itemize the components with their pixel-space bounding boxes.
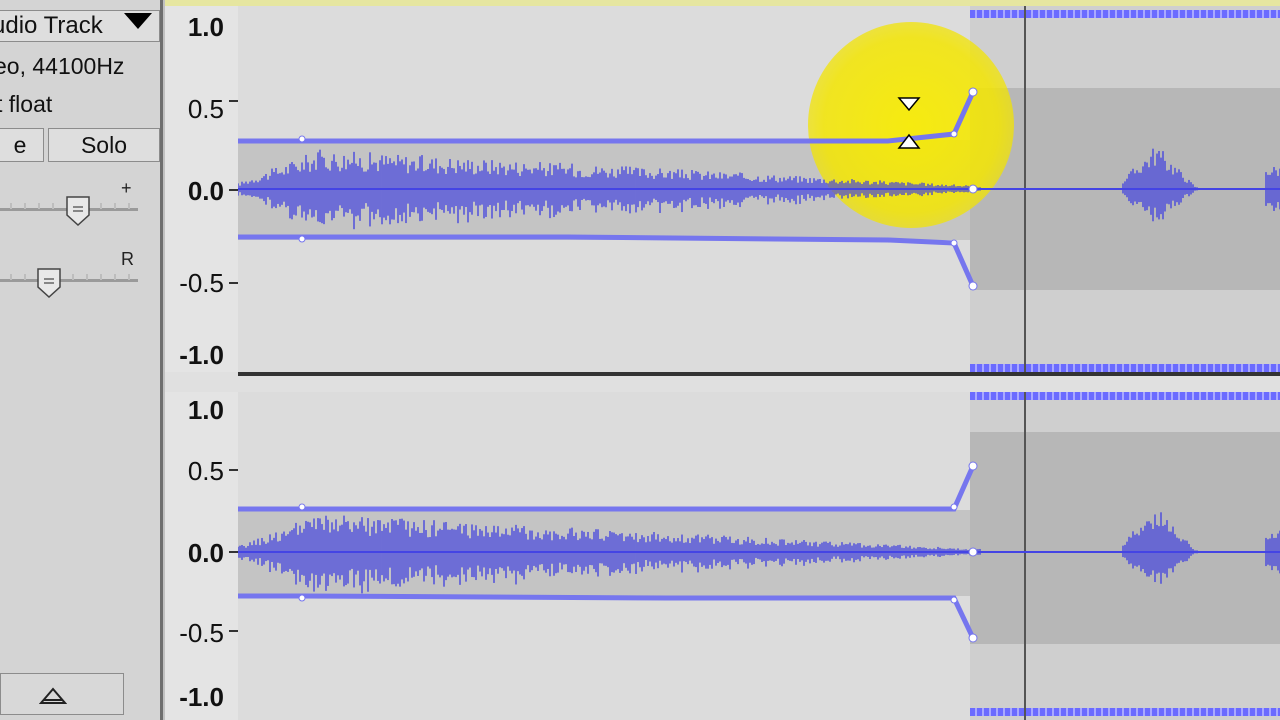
envelope-point: [968, 547, 978, 557]
ruler-label: -0.5: [179, 618, 224, 648]
envelope-point: [968, 461, 978, 471]
envelope-line-bottom: [238, 593, 976, 640]
ruler-label: 0.0: [187, 538, 224, 568]
mute-button[interactable]: e: [0, 128, 44, 162]
envelope-point: [298, 235, 306, 243]
envelope-point: [950, 596, 958, 604]
envelope-line-bottom: [238, 234, 976, 288]
ruler-label: 1.0: [187, 395, 224, 425]
vertical-ruler-right: 1.0 0.5 0.0 -0.5 -1.0: [165, 392, 238, 720]
envelope-point: [298, 503, 306, 511]
pan-right-label: R: [121, 249, 134, 269]
envelope-point: [968, 281, 978, 291]
pan-slider-track[interactable]: [0, 279, 138, 282]
envelope-line-top: [238, 464, 976, 512]
envelope-point: [968, 184, 978, 194]
ruler-label: -1.0: [179, 682, 224, 712]
collapse-track-button[interactable]: [0, 673, 124, 715]
envelope-point: [968, 87, 978, 97]
channel-divider: [238, 372, 1280, 376]
envelope-point: [298, 135, 306, 143]
envelope-point: [968, 633, 978, 643]
pan-slider-thumb[interactable]: [37, 268, 61, 298]
envelope-point: [950, 503, 958, 511]
ruler-label: -1.0: [179, 340, 224, 370]
track-name: udio Track: [0, 12, 103, 39]
track-bitdepth: t float: [0, 91, 53, 117]
envelope-line-top: [238, 90, 976, 144]
ruler-label: 0.5: [187, 94, 224, 124]
solo-button[interactable]: Solo: [48, 128, 160, 162]
ruler-label: 0.5: [187, 456, 224, 486]
envelope-point: [298, 594, 306, 602]
gain-slider-thumb[interactable]: [66, 196, 90, 226]
gain-plus-label: +: [121, 178, 132, 198]
waveform-left: [238, 87, 1280, 291]
track-control-panel: udio Track eo, 44100Hz t float e Solo + …: [0, 0, 163, 720]
ruler-label: 0.0: [187, 176, 224, 206]
triangle-up-icon: [39, 687, 67, 704]
ruler-label: 1.0: [187, 12, 224, 42]
envelope-point: [950, 130, 958, 138]
waveform-right: [238, 461, 1280, 643]
track-format: eo, 44100Hz: [0, 53, 125, 79]
ruler-label: -0.5: [179, 268, 224, 298]
envelope-point: [950, 239, 958, 247]
triangle-down-icon[interactable]: [124, 13, 152, 29]
vertical-ruler-left: 1.0 0.5 0.0 -0.5 -1.0: [165, 6, 238, 372]
